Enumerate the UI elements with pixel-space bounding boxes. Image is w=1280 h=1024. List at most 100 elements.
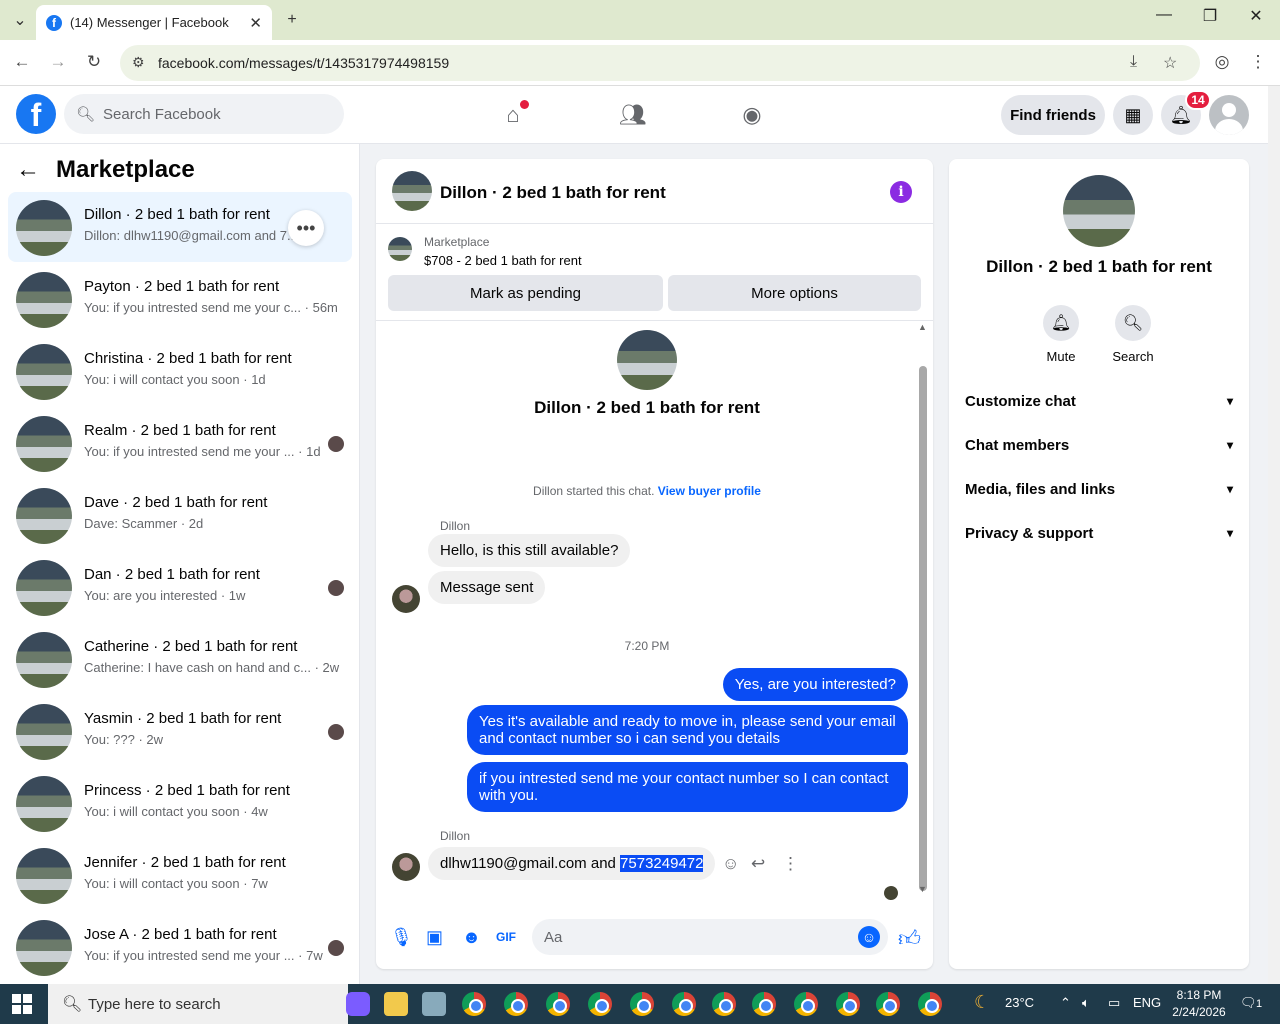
- more-options-button[interactable]: More options: [668, 275, 921, 311]
- groups-icon[interactable]: ◉: [737, 100, 767, 130]
- chat-list-item[interactable]: Christina · 2 bed 1 bath for rent You: i …: [8, 336, 352, 406]
- thread-avatar[interactable]: [617, 330, 677, 390]
- chrome-icon[interactable]: [462, 992, 486, 1016]
- react-emoji-icon[interactable]: ☺: [722, 854, 739, 874]
- profile-icon[interactable]: ◎: [1210, 52, 1234, 72]
- chrome-icon[interactable]: [672, 992, 696, 1016]
- tab-search-icon[interactable]: ⌄: [8, 8, 32, 32]
- outgoing-message[interactable]: if you intrested send me your contact nu…: [467, 762, 908, 812]
- chrome-icon[interactable]: [546, 992, 570, 1016]
- chat-list-item[interactable]: Dave · 2 bed 1 bath for rent Dave: Scamme…: [8, 480, 352, 550]
- chat-list-item[interactable]: Catherine · 2 bed 1 bath for rent Catheri…: [8, 624, 352, 694]
- friends-icon[interactable]: 👥︎: [618, 100, 648, 130]
- photo-icon[interactable]: ▣: [426, 927, 443, 948]
- file-explorer-icon[interactable]: [384, 992, 408, 1016]
- chrome-icon[interactable]: [836, 992, 860, 1016]
- weather-moon-icon[interactable]: ☾: [974, 992, 990, 1013]
- clock[interactable]: 8:18 PM 2/24/2026: [1168, 987, 1230, 1021]
- minimize-icon[interactable]: —: [1144, 6, 1184, 24]
- facebook-search-input[interactable]: 🔍︎ Search Facebook: [64, 94, 344, 134]
- selected-phone-number[interactable]: 7573249472: [620, 855, 704, 872]
- app-icon[interactable]: [422, 992, 446, 1016]
- info-avatar[interactable]: [1063, 175, 1135, 247]
- copilot-icon[interactable]: [346, 992, 370, 1016]
- new-tab-icon[interactable]: +: [280, 8, 304, 32]
- chat-list-item[interactable]: Realm · 2 bed 1 bath for rent You: if you…: [8, 408, 352, 478]
- chrome-icon[interactable]: [712, 992, 736, 1016]
- forward-icon[interactable]: →: [46, 52, 70, 72]
- chat-list-item[interactable]: Princess · 2 bed 1 bath for rent You: i w…: [8, 768, 352, 838]
- thread-scrollbar[interactable]: ▲ ▼: [918, 322, 928, 895]
- mark-as-pending-button[interactable]: Mark as pending: [388, 275, 663, 311]
- outgoing-message[interactable]: Yes, are you interested?: [722, 668, 908, 701]
- language-indicator[interactable]: ENG: [1133, 995, 1161, 1010]
- network-icon[interactable]: ▭: [1108, 995, 1120, 1011]
- install-icon[interactable]: ⤓: [1130, 53, 1137, 71]
- close-tab-icon[interactable]: ✕: [249, 14, 262, 32]
- browser-tab[interactable]: f (14) Messenger | Facebook ✕: [36, 5, 272, 40]
- chat-list-item[interactable]: Jennifer · 2 bed 1 bath for rent You: i w…: [8, 840, 352, 910]
- chat-list-item[interactable]: Payton · 2 bed 1 bath for rent You: if yo…: [8, 264, 352, 334]
- taskbar-search-input[interactable]: 🔍︎ Type here to search: [48, 984, 348, 1024]
- message-input[interactable]: Aa ☺: [532, 919, 888, 955]
- windows-start-icon[interactable]: [12, 994, 32, 1014]
- back-arrow-icon[interactable]: ←: [16, 156, 40, 184]
- outgoing-message[interactable]: Yes it's available and ready to move in,…: [467, 705, 908, 755]
- find-friends-button[interactable]: Find friends: [1001, 95, 1105, 135]
- emoji-icon[interactable]: ☺: [858, 926, 880, 948]
- mute-button[interactable]: 🔔︎ Mute: [1036, 305, 1086, 364]
- chat-list-item[interactable]: Dan · 2 bed 1 bath for rent You: are you …: [8, 552, 352, 622]
- url-bar[interactable]: ⚙ facebook.com/messages/t/14353179744981…: [120, 45, 1200, 81]
- incoming-message[interactable]: Hello, is this still available?: [428, 534, 631, 567]
- incoming-message[interactable]: Message sent: [428, 571, 546, 604]
- reply-icon[interactable]: ↩: [751, 854, 765, 874]
- listing-thumbnail[interactable]: [388, 237, 412, 261]
- chrome-icon[interactable]: [876, 992, 900, 1016]
- info-icon[interactable]: i: [890, 181, 912, 203]
- site-settings-icon[interactable]: ⚙: [132, 54, 145, 71]
- gif-icon[interactable]: GIF: [496, 930, 516, 944]
- speaker-icon[interactable]: 🔈︎: [1082, 995, 1090, 1011]
- scroll-up-icon[interactable]: ▲: [918, 322, 927, 332]
- chrome-icon[interactable]: [630, 992, 654, 1016]
- chat-avatar[interactable]: [392, 171, 432, 211]
- microphone-icon[interactable]: 🎙︎: [390, 927, 413, 948]
- scroll-thumb[interactable]: [919, 366, 927, 891]
- chat-options-icon[interactable]: •••: [288, 210, 324, 246]
- thumbs-up-icon[interactable]: 👍︎: [898, 925, 921, 952]
- media-files-links-section[interactable]: Media, files and links ▾: [965, 469, 1233, 509]
- chat-list-item[interactable]: Yasmin · 2 bed 1 bath for rent You: ??? ·…: [8, 696, 352, 766]
- scroll-down-icon[interactable]: ▼: [918, 884, 927, 894]
- account-avatar[interactable]: [1209, 95, 1249, 135]
- view-buyer-profile-link[interactable]: View buyer profile: [658, 484, 761, 498]
- sticker-icon[interactable]: ☻: [462, 927, 481, 948]
- chrome-icon[interactable]: [918, 992, 942, 1016]
- tray-chevron-icon[interactable]: ⌃: [1060, 995, 1071, 1011]
- reload-icon[interactable]: ↻: [82, 52, 106, 72]
- close-window-icon[interactable]: ✕: [1236, 6, 1276, 26]
- chat-list-item[interactable]: Jose A · 2 bed 1 bath for rent You: if yo…: [8, 912, 352, 982]
- privacy-support-section[interactable]: Privacy & support ▾: [965, 513, 1233, 553]
- chat-title[interactable]: Dillon · 2 bed 1 bath for rent: [440, 183, 666, 203]
- sender-avatar[interactable]: [392, 853, 420, 881]
- back-icon[interactable]: ←: [10, 52, 34, 72]
- browser-menu-icon[interactable]: ⋮: [1246, 52, 1270, 72]
- chat-members-section[interactable]: Chat members ▾: [965, 425, 1233, 465]
- notification-center-icon[interactable]: 🗨︎: [1240, 995, 1257, 1011]
- weather-temp[interactable]: 23°C: [1005, 995, 1034, 1010]
- page-scrollbar[interactable]: [1268, 86, 1280, 984]
- chrome-icon[interactable]: [588, 992, 612, 1016]
- incoming-message-contact[interactable]: dlhw1190@gmail.com and 7573249472: [428, 847, 716, 880]
- chrome-icon[interactable]: [752, 992, 776, 1016]
- restore-icon[interactable]: ❐: [1190, 6, 1230, 26]
- more-actions-icon[interactable]: ⋮: [782, 854, 799, 874]
- chrome-icon[interactable]: [504, 992, 528, 1016]
- facebook-logo-icon[interactable]: f: [16, 94, 56, 134]
- menu-grid-icon[interactable]: ▦: [1113, 95, 1153, 135]
- customize-chat-section[interactable]: Customize chat ▾: [965, 381, 1233, 421]
- listing-price[interactable]: $708 - 2 bed 1 bath for rent: [424, 253, 582, 268]
- chrome-icon[interactable]: [794, 992, 818, 1016]
- search-in-chat-button[interactable]: 🔍︎ Search: [1108, 305, 1158, 364]
- chat-list-item[interactable]: Dillon · 2 bed 1 bath for rent Dillon: dl…: [8, 192, 352, 262]
- sender-avatar[interactable]: [392, 585, 420, 613]
